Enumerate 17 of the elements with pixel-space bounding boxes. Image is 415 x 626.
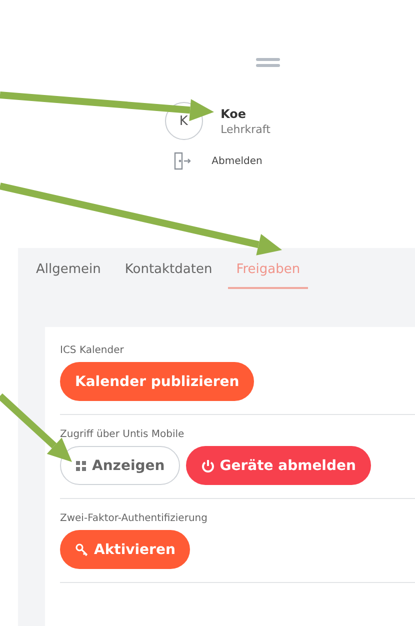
key-icon bbox=[75, 542, 89, 556]
tab[interactable]: Allgemein bbox=[28, 258, 109, 289]
power-icon bbox=[200, 458, 215, 472]
logout-devices-button[interactable]: Geräte abmelden bbox=[186, 446, 371, 485]
user-role: Lehrkraft bbox=[220, 122, 270, 136]
section-label: Zugriff über Untis Mobile bbox=[60, 429, 186, 440]
section-label: Zwei-Faktor-Authentifizierung bbox=[60, 513, 208, 524]
tab[interactable]: Kontaktdaten bbox=[116, 258, 220, 289]
qr-code-icon bbox=[75, 460, 87, 472]
logout-link[interactable]: Abmelden bbox=[212, 156, 262, 166]
action-button[interactable]: Aktivieren bbox=[60, 530, 190, 569]
section-label: ICS Kalender bbox=[60, 345, 125, 356]
menu-icon[interactable] bbox=[256, 58, 280, 68]
user-name: Koe bbox=[220, 106, 248, 120]
action-button[interactable]: Kalender publizieren bbox=[60, 362, 254, 401]
logout-icon[interactable] bbox=[172, 152, 191, 170]
action-button[interactable]: Anzeigen bbox=[60, 446, 180, 485]
